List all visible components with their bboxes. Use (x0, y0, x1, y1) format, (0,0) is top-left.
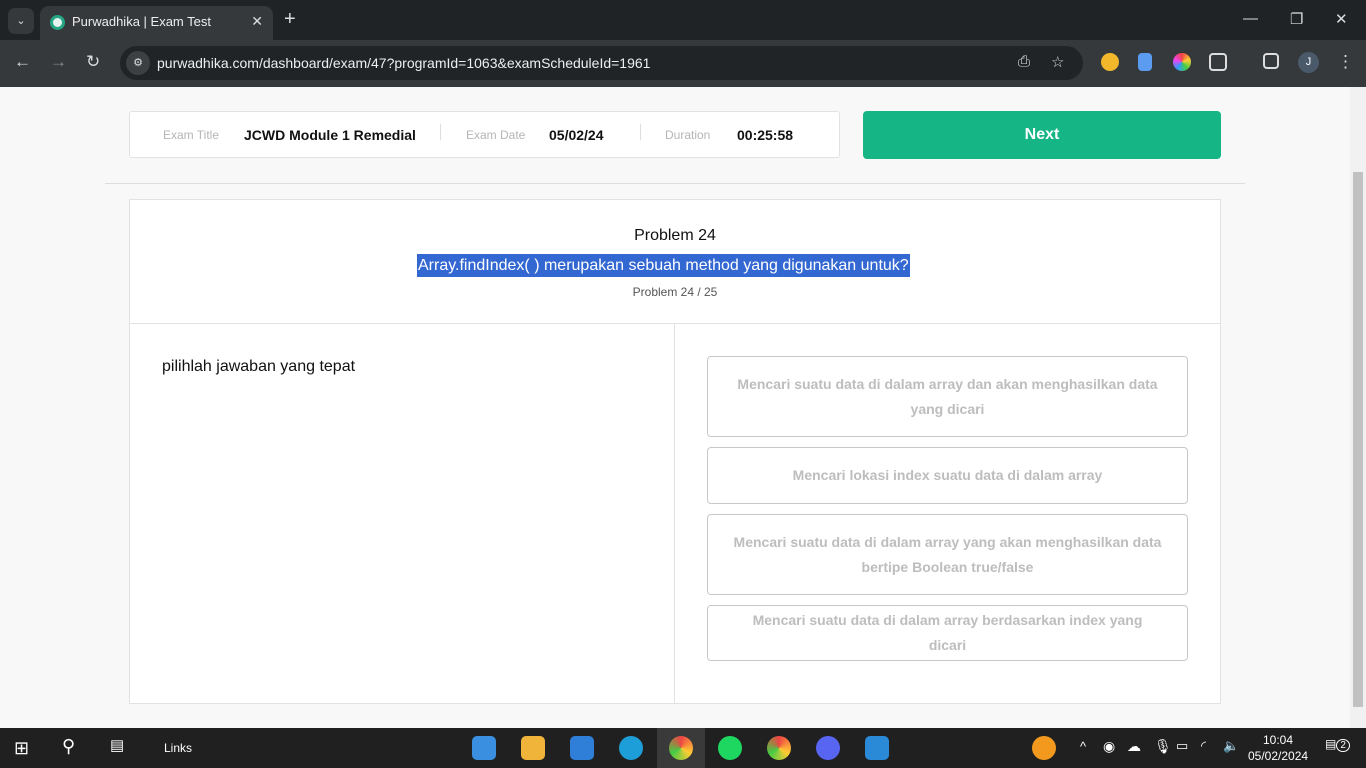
favicon-icon (50, 15, 65, 30)
weather-icon[interactable] (1032, 736, 1056, 760)
tab-search-button[interactable]: ⌄ (8, 8, 34, 34)
search-icon[interactable]: ⚲ (62, 736, 86, 760)
bookmark-star-icon[interactable]: ☆ (1051, 53, 1064, 71)
browser-toolbar: ← → ↻ ⚙ purwadhika.com/dashboard/exam/47… (0, 40, 1366, 87)
extensions-puzzle-icon[interactable] (1209, 53, 1227, 71)
scrollbar[interactable] (1350, 87, 1366, 728)
file-explorer-icon[interactable] (521, 736, 545, 760)
store-icon[interactable] (472, 736, 496, 760)
record-icon[interactable]: ◉ (1103, 738, 1115, 755)
edge-icon[interactable] (619, 736, 643, 760)
exam-title: JCWD Module 1 Remedial (244, 127, 416, 143)
forward-button[interactable]: → (50, 52, 67, 72)
menu-icon[interactable]: ⋮ (1337, 52, 1354, 72)
close-window-button[interactable]: ✕ (1335, 10, 1348, 28)
divider (440, 124, 441, 140)
date: 05/02/2024 (1248, 749, 1309, 763)
question-card: Problem 24 Array.findIndex( ) merupakan … (129, 199, 1221, 704)
answer-option[interactable]: Mencari suatu data di dalam array berdas… (707, 605, 1188, 661)
exam-date-label: Exam Date (466, 128, 526, 142)
exam-title-label: Exam Title (163, 128, 220, 142)
vscode-icon[interactable] (865, 736, 889, 760)
close-tab-icon[interactable]: ✕ (251, 13, 263, 30)
chrome-icon[interactable] (669, 736, 693, 760)
browser-tab[interactable]: Purwadhika | Exam Test ✕ (40, 6, 273, 40)
address-bar[interactable]: ⚙ purwadhika.com/dashboard/exam/47?progr… (120, 46, 1083, 80)
reload-button[interactable]: ↻ (86, 52, 100, 72)
divider (640, 124, 641, 140)
instruction-panel: pilihlah jawaban yang tepat (130, 324, 675, 704)
wifi-icon[interactable]: ◜ (1201, 738, 1206, 754)
tab-title: Purwadhika | Exam Test (72, 14, 211, 29)
clock[interactable]: 10:04 05/02/2024 (1248, 732, 1308, 764)
page-content: Exam Title JCWD Module 1 Remedial Exam D… (0, 87, 1350, 728)
show-hidden-icons[interactable]: ^ (1080, 739, 1086, 754)
install-app-icon[interactable]: ⎙ (1018, 53, 1030, 70)
spotify-icon[interactable] (718, 736, 742, 760)
minimize-button[interactable]: — (1243, 10, 1258, 27)
taskbar: ⊞ ⚲ ▤ Links ^ ◉ ☁ 🎙 ▭ ◜ 🔈 10:04 05/02/202… (0, 728, 1366, 768)
side-panel-icon[interactable] (1263, 53, 1279, 69)
question-header: Problem 24 Array.findIndex( ) merupakan … (130, 200, 1220, 324)
scrollbar-thumb[interactable] (1353, 172, 1363, 707)
url-text[interactable]: purwadhika.com/dashboard/exam/47?program… (157, 55, 650, 71)
exam-date: 05/02/24 (549, 127, 604, 143)
microphone-icon[interactable]: 🎙 (1154, 738, 1172, 755)
discord-icon[interactable] (816, 736, 840, 760)
answer-option[interactable]: Mencari suatu data di dalam array dan ak… (707, 356, 1188, 437)
problem-progress: Problem 24 / 25 (632, 285, 718, 299)
notifications-icon[interactable]: ▤ 2 (1325, 737, 1350, 752)
notification-count: 2 (1336, 739, 1350, 752)
extension-icon[interactable] (1173, 53, 1191, 71)
duration-label: Duration (665, 128, 711, 142)
time: 10:04 (1262, 733, 1294, 747)
avatar[interactable]: J (1298, 52, 1319, 73)
tab-bar: ⌄ Purwadhika | Exam Test ✕ + — ❐ ✕ (0, 0, 1366, 40)
divider (105, 183, 1245, 184)
question-text: Array.findIndex( ) merupakan sebuah meth… (417, 254, 910, 277)
extension-icon[interactable] (1138, 53, 1152, 71)
volume-icon[interactable]: 🔈 (1223, 738, 1239, 754)
windows-start-icon[interactable]: ⊞ (14, 736, 38, 760)
battery-icon[interactable]: ▭ (1176, 738, 1188, 754)
new-tab-button[interactable]: + (284, 8, 296, 31)
exam-info-bar: Exam Title JCWD Module 1 Remedial Exam D… (129, 111, 840, 158)
task-view-icon[interactable]: ▤ (110, 736, 134, 760)
onedrive-icon[interactable]: ☁ (1127, 738, 1141, 755)
answer-option[interactable]: Mencari suatu data di dalam array yang a… (707, 514, 1188, 595)
answer-option[interactable]: Mencari lokasi index suatu data di dalam… (707, 447, 1188, 504)
site-info-icon[interactable]: ⚙ (126, 51, 150, 75)
extension-icon[interactable] (1101, 53, 1119, 71)
chrome-profile-icon[interactable] (767, 736, 791, 760)
restore-button[interactable]: ❐ (1290, 10, 1303, 28)
links-toolbar[interactable]: Links (164, 741, 192, 755)
duration-timer: 00:25:58 (737, 127, 794, 143)
problem-heading: Problem 24 (634, 227, 716, 244)
back-button[interactable]: ← (14, 52, 31, 72)
mail-icon[interactable] (570, 736, 594, 760)
next-button[interactable]: Next (863, 111, 1221, 159)
instruction-text: pilihlah jawaban yang tepat (162, 358, 356, 375)
